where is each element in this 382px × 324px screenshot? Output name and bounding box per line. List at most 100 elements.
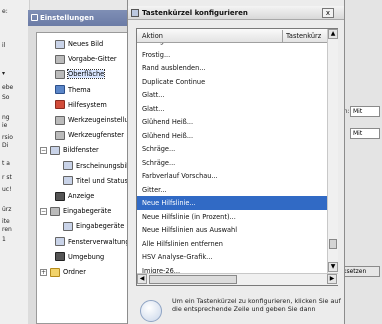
column-action[interactable]: Aktion: [142, 32, 262, 40]
action-row[interactable]: Neue Hilfslinie (in Prozent)...: [137, 210, 327, 224]
tree-item[interactable]: Ordner: [50, 266, 86, 278]
tree-item[interactable]: Vorgabe-Gitter: [55, 53, 117, 65]
tree-item[interactable]: Eingabegeräte: [50, 205, 111, 217]
collapse-icon[interactable]: −: [40, 147, 47, 155]
tree-item-label: Vorgabe-Gitter: [68, 55, 117, 64]
action-row[interactable]: Gitter...: [137, 183, 327, 197]
action-row[interactable]: Neue Hilfslinie...: [137, 196, 327, 210]
display-icon: [55, 191, 65, 201]
action-row[interactable]: Neue Hilfslinien aus Auswahl: [137, 223, 327, 237]
left-text-fragment: ite: [2, 218, 10, 225]
image-window-icon: [50, 145, 60, 155]
left-text-fragment: rsio: [2, 134, 13, 141]
action-row[interactable]: Alle Hilfslinien entfernen: [137, 237, 327, 251]
action-row[interactable]: Imigre-26...: [137, 264, 327, 274]
tree-item-label: Fensterverwaltung: [68, 237, 130, 246]
action-row[interactable]: Frostig...: [137, 48, 327, 62]
action-row[interactable]: Rand ausblenden...: [137, 61, 327, 75]
action-list: Aktion Tastenkürz Frostig...Frostig...Ra…: [136, 28, 338, 286]
close-button[interactable]: x: [322, 8, 334, 18]
tree-item[interactable]: Werkzeugfenster: [55, 129, 124, 141]
column-separator[interactable]: [282, 30, 283, 42]
tree-item[interactable]: Anzeige: [55, 190, 94, 202]
tree-item[interactable]: Thema: [55, 84, 91, 96]
left-text-fragment: il: [2, 42, 6, 49]
vertical-scrollbar[interactable]: ▲ ▼: [327, 29, 338, 273]
left-text-fragment: ürz: [2, 206, 12, 213]
environment-icon: [55, 252, 65, 262]
action-row[interactable]: Schräge...: [137, 156, 327, 170]
tree-item-label: Eingabegeräte: [63, 207, 112, 216]
action-row[interactable]: Schräge...: [137, 142, 327, 156]
keyboard-shortcuts-dialog: Tastenkürzel konfigurieren x Aktion Tast…: [127, 0, 345, 324]
right-field-2[interactable]: Mit: [350, 128, 380, 139]
scroll-left-icon[interactable]: ◀: [137, 274, 147, 284]
tree-item[interactable]: Werkzeugeinstellung: [55, 114, 137, 126]
tree-item-label: Bildfenster: [63, 146, 99, 155]
left-text-fragment: ebe: [2, 84, 14, 91]
tree-item-label: Neues Bild: [68, 40, 104, 48]
list-header: Aktion Tastenkürz: [137, 29, 327, 43]
gimp-icon: [31, 14, 38, 21]
tree-item-label: Erscheinungsbild: [76, 161, 133, 170]
left-text-fragment: t a: [2, 160, 10, 167]
collapse-icon[interactable]: −: [40, 208, 47, 216]
preferences-tree[interactable]: Neues Bild Vorgabe-Gitter Oberfläche Thema H…: [36, 32, 137, 324]
left-text-fragment: ren: [2, 226, 12, 233]
info-icon: [140, 300, 162, 322]
tree-item-label: Thema: [68, 85, 91, 94]
expand-icon[interactable]: +: [40, 269, 47, 276]
horizontal-scrollbar[interactable]: ◀ ▶: [137, 273, 338, 285]
tree-item[interactable]: Erscheinungsbild: [63, 160, 132, 172]
scroll-right-icon[interactable]: ▶: [327, 274, 337, 284]
grid-icon: [55, 54, 65, 64]
action-row[interactable]: Glühend Heiß...: [137, 129, 327, 143]
left-text-fragment: So: [2, 94, 10, 101]
tree-item-label: Oberfläche: [66, 69, 106, 80]
window-management-icon: [55, 237, 65, 247]
tree-item-label: Eingabegeräte: [76, 222, 125, 231]
new-image-icon: [55, 39, 65, 49]
help-icon: [55, 100, 65, 110]
action-rows: Frostig...Frostig...Rand ausblenden...Du…: [137, 43, 327, 273]
toolbox-icon: [55, 130, 65, 140]
action-row[interactable]: Glatt...: [137, 102, 327, 116]
tree-item[interactable]: Neues Bild: [55, 38, 103, 50]
horizontal-scroll-thumb[interactable]: [149, 275, 237, 284]
left-text-fragment: 1: [2, 236, 6, 243]
right-field-1[interactable]: Mit: [350, 106, 380, 117]
action-row[interactable]: Farbverlauf Vorschau...: [137, 169, 327, 183]
tree-item[interactable]: Bildfenster: [50, 144, 99, 156]
keyboard-icon: [131, 9, 139, 17]
tree-item[interactable]: Hilfesystem: [55, 99, 107, 111]
input-devices-icon: [50, 206, 60, 216]
action-row[interactable]: Glatt...: [137, 88, 327, 102]
tree-item[interactable]: Umgebung: [55, 251, 104, 263]
column-shortcut[interactable]: Tastenkürz: [286, 32, 326, 40]
tree-item[interactable]: Fensterverwaltung: [55, 236, 130, 248]
theme-icon: [55, 85, 65, 95]
title-status-icon: [63, 176, 73, 186]
action-row[interactable]: Duplicate Continue: [137, 75, 327, 89]
dialog-title: Tastenkürzel konfigurieren: [142, 9, 248, 17]
reset-button-fragment[interactable]: ksetzen: [340, 266, 380, 277]
left-text-fragment: ▾: [2, 70, 6, 77]
interface-icon: [55, 69, 65, 79]
left-text-fragment: r st: [2, 174, 12, 181]
scroll-up-icon[interactable]: ▲: [328, 29, 338, 39]
scroll-down-icon[interactable]: ▼: [328, 262, 338, 272]
vertical-scroll-thumb[interactable]: [329, 239, 337, 249]
tree-item-label: Ordner: [63, 268, 86, 276]
input-controllers-icon: [63, 221, 73, 231]
tree-item[interactable]: Titel und Status: [63, 175, 128, 187]
hint-text: Um ein Tastenkürzel zu konfigurieren, kl…: [172, 297, 341, 313]
left-text-fragment: e:: [2, 8, 8, 15]
tree-item[interactable]: Eingabegeräte: [63, 220, 124, 232]
tree-item-label: Titel und Status: [76, 176, 128, 185]
appearance-icon: [63, 161, 73, 171]
preferences-window: Einstellungen Neues Bild Vorgabe-Gitter Ob…: [28, 10, 138, 324]
action-row[interactable]: Glühend Heiß...: [137, 115, 327, 129]
action-row[interactable]: HSV Analyse-Grafik...: [137, 250, 327, 264]
dialog-titlebar[interactable]: Tastenkürzel konfigurieren x: [128, 6, 344, 20]
tree-item[interactable]: Oberfläche: [55, 68, 106, 80]
